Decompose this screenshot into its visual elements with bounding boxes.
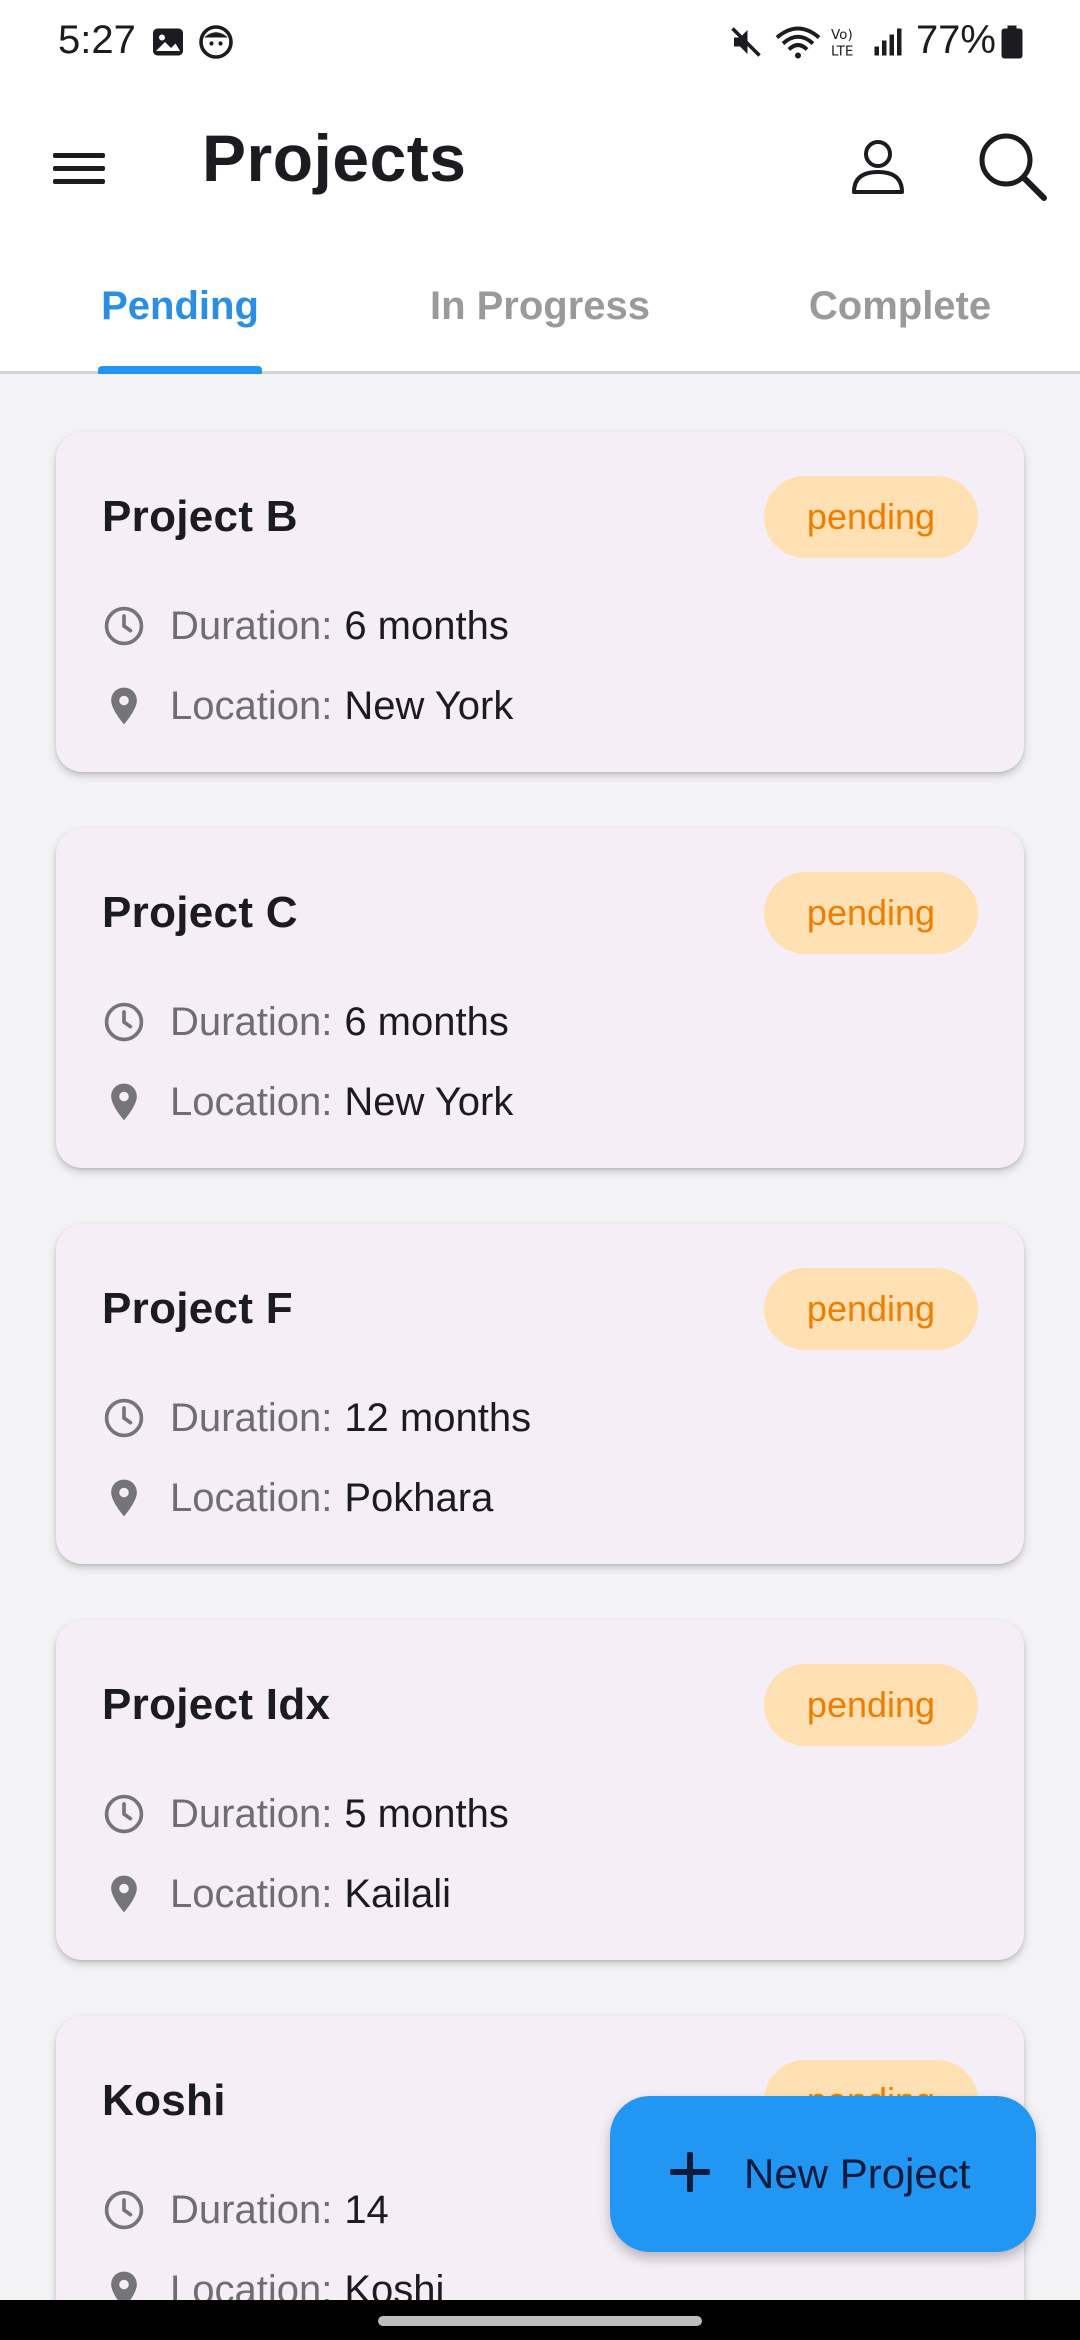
new-project-label: New Project [744,2150,971,2197]
project-card[interactable]: Project B pending Duration: 6 months Loc… [56,432,1024,772]
tab-in-progress[interactable]: In Progress [400,238,680,374]
location-label: Location: [170,1079,333,1124]
svg-text:LTE: LTE [831,44,853,60]
screen: 5:27 Vo) LTE 77% Projects Pending In Pro… [0,0,1080,2340]
location-row: Location: Kailali [102,1864,451,1924]
duration-value: 6 months [344,999,509,1044]
location-value: Kailali [344,1871,452,1916]
duration-label: Duration: [170,1395,333,1440]
tab-complete[interactable]: Complete [760,238,1040,374]
location-value: New York [344,683,514,728]
project-card[interactable]: Project C pending Duration: 6 months Loc… [56,828,1024,1168]
location-value: New York [344,1079,514,1124]
location-row: Location: Koshi [102,2260,444,2300]
clock-icon [102,1396,146,1440]
project-name: Project B [102,492,298,541]
location-label: Location: [170,1475,333,1520]
clock-icon [102,1792,146,1836]
svg-text:Vo): Vo) [831,27,853,43]
location-pin-icon [102,684,146,728]
mute-icon [728,24,764,60]
system-nav-bar [0,2300,1080,2340]
location-row: Location: New York [102,1072,513,1132]
menu-button[interactable] [34,126,124,216]
tab-indicator [98,366,262,374]
volte-icon: Vo) LTE [828,24,864,60]
home-indicator[interactable] [378,2316,702,2326]
duration-value: 6 months [344,603,509,648]
duration-row: Duration: 6 months [102,596,509,656]
project-card[interactable]: Project F pending Duration: 12 months Lo… [56,1224,1024,1564]
location-pin-icon [102,1872,146,1916]
new-project-button[interactable]: New Project [610,2096,1036,2252]
project-card[interactable]: Project Idx pending Duration: 5 months L… [56,1620,1024,1960]
account-button[interactable] [830,120,926,216]
status-bar: 5:27 Vo) LTE 77% [0,0,1080,88]
top-app-bar: Projects [0,88,1080,238]
project-name: Project F [102,1284,293,1333]
tab-pending[interactable]: Pending [40,238,320,374]
project-list[interactable]: Project B pending Duration: 6 months Loc… [0,376,1080,2300]
duration-label: Duration: [170,999,333,1044]
search-icon [976,130,1048,207]
clock-icon [102,2188,146,2232]
project-name: Koshi [102,2076,226,2125]
duration-value: 14 [344,2187,389,2232]
tab-bar: Pending In Progress Complete [0,238,1080,374]
menu-icon [51,149,107,194]
location-label: Location: [170,683,333,728]
duration-row: Duration: 14 [102,2180,389,2240]
location-label: Location: [170,2267,333,2301]
status-badge: pending [764,476,978,558]
duration-row: Duration: 5 months [102,1784,509,1844]
search-button[interactable] [964,120,1060,216]
project-name: Project C [102,888,298,937]
clock-icon [102,604,146,648]
status-time: 5:27 [58,18,136,62]
clock-icon [102,1000,146,1044]
plus-icon [666,2148,714,2201]
duration-label: Duration: [170,1791,333,1836]
battery-percent: 77% [915,18,996,62]
page-title: Projects [202,121,467,195]
location-pin-icon [102,1476,146,1520]
duration-value: 5 months [344,1791,509,1836]
location-pin-icon [102,2268,146,2300]
duration-row: Duration: 12 months [102,1388,531,1448]
status-badge: pending [764,1268,978,1350]
gallery-icon [150,24,186,60]
signal-icon [870,24,906,60]
wifi-icon [774,24,822,60]
status-badge: pending [764,1664,978,1746]
location-pin-icon [102,1080,146,1124]
duration-value: 12 months [344,1395,532,1440]
location-row: Location: New York [102,676,513,736]
account-icon [848,136,908,201]
face-icon [198,24,234,60]
duration-row: Duration: 6 months [102,992,509,1052]
battery-icon [1000,24,1024,60]
location-value: Koshi [344,2267,445,2301]
location-row: Location: Pokhara [102,1468,493,1528]
location-label: Location: [170,1871,333,1916]
status-badge: pending [764,872,978,954]
duration-label: Duration: [170,603,333,648]
location-value: Pokhara [344,1475,494,1520]
project-name: Project Idx [102,1680,331,1729]
duration-label: Duration: [170,2187,333,2232]
